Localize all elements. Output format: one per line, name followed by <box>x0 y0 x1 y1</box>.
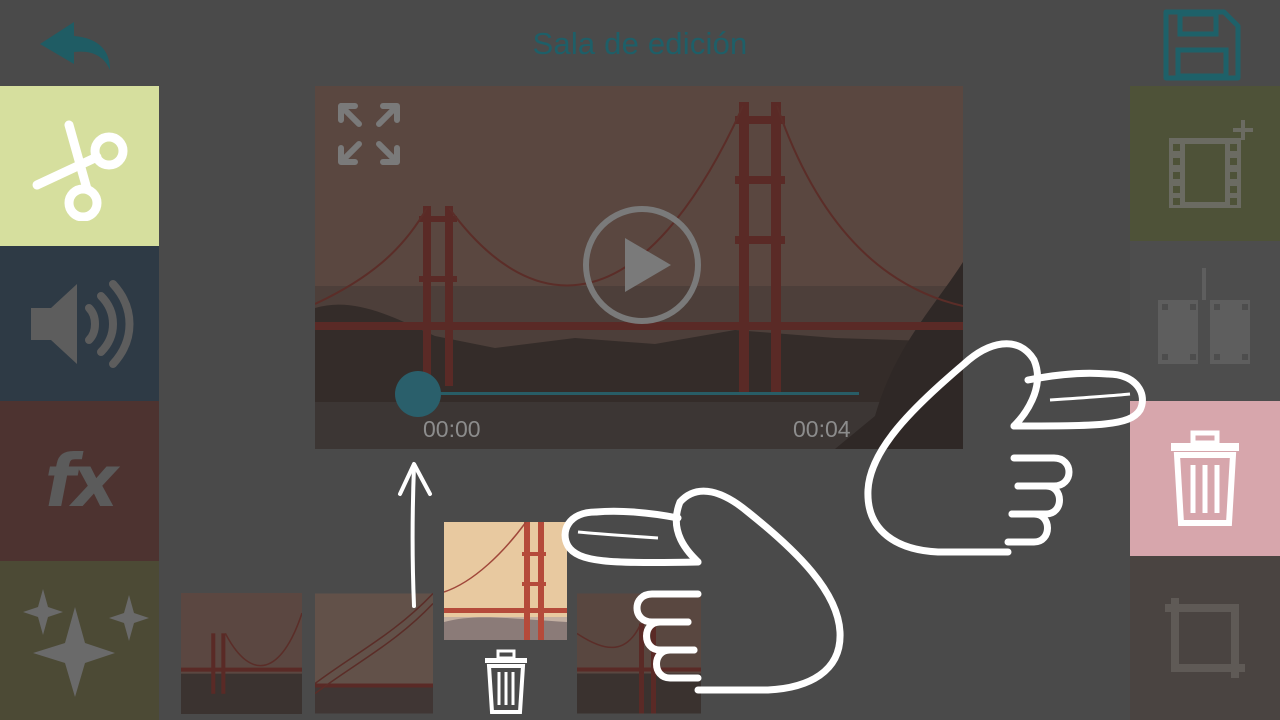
page-title: Sala de edición <box>532 26 748 61</box>
timeline-clip-4[interactable] <box>577 593 701 714</box>
trash-icon <box>485 649 527 714</box>
floppy-disk-icon <box>1163 9 1241 81</box>
scissors-icon <box>32 120 127 221</box>
seek-thumb[interactable] <box>395 371 441 417</box>
effects-tool-button[interactable]: fx <box>0 401 159 561</box>
fullscreen-button[interactable] <box>337 102 401 166</box>
timeline-clip-2[interactable] <box>315 593 433 714</box>
film-split-icon <box>1158 268 1250 364</box>
speaker-icon <box>30 279 133 368</box>
clip-delete-button[interactable] <box>483 649 529 715</box>
sparkles-icon <box>22 588 149 697</box>
fx-icon: fx <box>44 439 119 523</box>
current-time: 00:00 <box>423 416 481 442</box>
seek-bar[interactable] <box>419 392 859 395</box>
fullscreen-icon <box>338 103 400 165</box>
trash-icon <box>1171 430 1239 526</box>
film-add-icon <box>1169 119 1253 208</box>
bridge-thumbnail <box>577 593 701 714</box>
duration-time: 00:04 <box>793 416 851 442</box>
audio-tool-button[interactable] <box>0 246 159 401</box>
timeline-clip-1[interactable] <box>181 593 302 714</box>
save-button[interactable] <box>1160 8 1244 84</box>
arrow-up-icon <box>398 462 432 608</box>
add-clip-button[interactable] <box>1130 86 1280 241</box>
sparkles-tool-button[interactable] <box>0 561 159 720</box>
play-button[interactable] <box>581 204 703 326</box>
bridge-thumbnail <box>444 522 567 640</box>
split-clip-button[interactable] <box>1130 241 1280 401</box>
header-bar: Sala de edición <box>0 0 1280 86</box>
delete-clip-button[interactable] <box>1130 401 1280 556</box>
bridge-thumbnail <box>181 593 302 714</box>
cut-tool-button[interactable] <box>0 86 159 246</box>
crop-icon <box>1165 598 1245 678</box>
video-preview[interactable]: 00:00 00:04 <box>315 86 963 449</box>
play-icon <box>583 206 701 324</box>
timeline-clip-3-selected[interactable] <box>444 522 567 640</box>
bridge-thumbnail <box>315 593 433 714</box>
crop-button[interactable] <box>1130 556 1280 720</box>
